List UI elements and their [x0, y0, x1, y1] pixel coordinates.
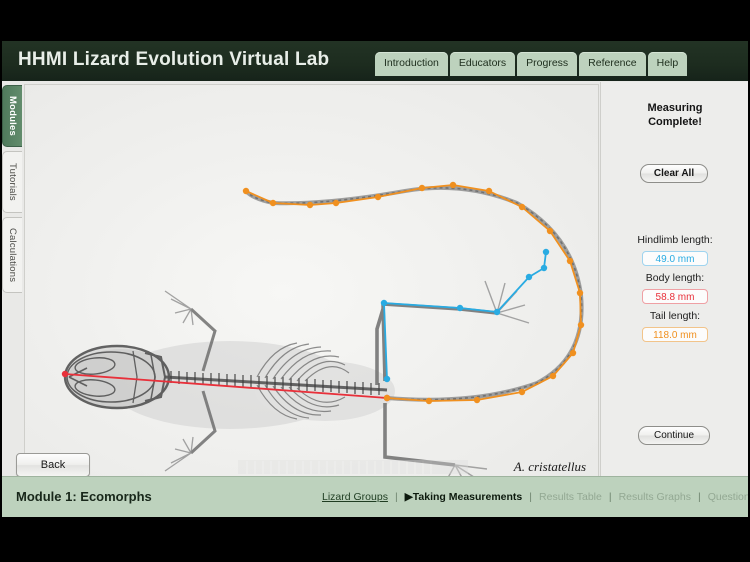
tail-length-point[interactable]: [450, 182, 456, 188]
tail-length-point[interactable]: [474, 397, 480, 403]
hindlimb-length-point[interactable]: [543, 249, 549, 255]
nav-taking-measurements[interactable]: ▶Taking Measurements: [405, 491, 523, 503]
hindlimb-length-point[interactable]: [381, 300, 387, 306]
tail-length-point[interactable]: [426, 398, 432, 404]
status-message: Measuring Complete!: [601, 102, 748, 130]
back-button[interactable]: Back: [16, 453, 90, 477]
hindlimb-length-point[interactable]: [494, 309, 500, 315]
sidebar-item-modules-label: Modules: [7, 96, 18, 136]
application-window: HHMI Lizard Evolution Virtual Lab Introd…: [2, 41, 748, 517]
tail-length-point[interactable]: [375, 194, 381, 200]
measurement-panel: Measuring Complete! Clear All Hindlimb l…: [600, 82, 748, 517]
tab-educators[interactable]: Educators: [450, 52, 515, 76]
nav-results-table[interactable]: Results Table: [539, 491, 602, 503]
body-length-label: Body length:: [601, 272, 748, 284]
sidebar-item-modules[interactable]: Modules: [2, 85, 22, 147]
header-tab-bar: Introduction Educators Progress Referenc…: [375, 52, 687, 76]
tail-length-label: Tail length:: [601, 310, 748, 322]
tail-length-point[interactable]: [384, 395, 390, 401]
app-header: HHMI Lizard Evolution Virtual Lab Introd…: [2, 41, 748, 81]
body-length-readout: Body length: 58.8 mm: [601, 272, 748, 305]
nav-separator-2: |: [522, 491, 539, 503]
tab-introduction[interactable]: Introduction: [375, 52, 448, 76]
tail-length-point[interactable]: [567, 258, 573, 264]
continue-button[interactable]: Continue: [638, 426, 710, 445]
nav-results-graphs[interactable]: Results Graphs: [619, 491, 691, 503]
tab-help[interactable]: Help: [648, 52, 688, 76]
tail-length-point[interactable]: [333, 200, 339, 206]
tail-length-point[interactable]: [547, 228, 553, 234]
sidebar-item-calculations[interactable]: Calculations: [2, 217, 22, 293]
hindlimb-length-label: Hindlimb length:: [601, 234, 748, 246]
tail-length-point[interactable]: [243, 188, 249, 194]
tab-reference[interactable]: Reference: [579, 52, 645, 76]
tail-length-point[interactable]: [419, 185, 425, 191]
status-message-line1: Measuring: [601, 102, 748, 116]
tail-length-point[interactable]: [570, 350, 576, 356]
nav-lizard-groups[interactable]: Lizard Groups: [322, 491, 388, 503]
species-name-label: A. cristatellus: [514, 459, 586, 475]
tail-length-value: 118.0 mm: [642, 327, 708, 342]
tail-length-point[interactable]: [577, 290, 583, 296]
body-length-point[interactable]: [62, 371, 68, 377]
tail-length-point[interactable]: [550, 373, 556, 379]
tail-length-point[interactable]: [519, 204, 525, 210]
sidebar-item-calculations-label: Calculations: [7, 228, 18, 282]
tail-length-readout: Tail length: 118.0 mm: [601, 310, 748, 343]
sidebar-vertical-tabs: Modules Tutorials Calculations: [2, 85, 24, 297]
lizard-xray-image[interactable]: [25, 85, 598, 483]
hindlimb-length-point[interactable]: [541, 265, 547, 271]
hindlimb-length-point[interactable]: [384, 376, 390, 382]
app-footer: Module 1: Ecomorphs Lizard Groups | ▶Tak…: [2, 476, 748, 517]
tab-progress[interactable]: Progress: [517, 52, 577, 76]
app-title: HHMI Lizard Evolution Virtual Lab: [18, 49, 329, 71]
tail-length-point[interactable]: [307, 202, 313, 208]
sidebar-item-tutorials[interactable]: Tutorials: [2, 151, 22, 213]
nav-separator-1: |: [388, 491, 405, 503]
footer-navigation: Lizard Groups | ▶Taking Measurements | R…: [322, 491, 748, 503]
module-title: Module 1: Ecomorphs: [16, 489, 152, 504]
nav-separator-3: |: [602, 491, 619, 503]
nav-questions[interactable]: Questions: [708, 491, 748, 503]
hindlimb-length-readout: Hindlimb length: 49.0 mm: [601, 234, 748, 267]
body-length-value: 58.8 mm: [642, 289, 708, 304]
tail-length-point[interactable]: [578, 322, 584, 328]
sidebar-item-tutorials-label: Tutorials: [7, 163, 18, 201]
status-message-line2: Complete!: [601, 116, 748, 130]
nav-separator-4: |: [691, 491, 708, 503]
hindlimb-length-point[interactable]: [526, 274, 532, 280]
tail-length-point[interactable]: [519, 389, 525, 395]
tail-length-point[interactable]: [270, 200, 276, 206]
clear-all-button[interactable]: Clear All: [640, 164, 708, 183]
hindlimb-length-point[interactable]: [457, 305, 463, 311]
hindlimb-length-value: 49.0 mm: [642, 251, 708, 266]
tail-length-point[interactable]: [486, 188, 492, 194]
specimen-image-stage[interactable]: A. cristatellus: [24, 84, 599, 484]
screen: HHMI Lizard Evolution Virtual Lab Introd…: [0, 0, 750, 562]
